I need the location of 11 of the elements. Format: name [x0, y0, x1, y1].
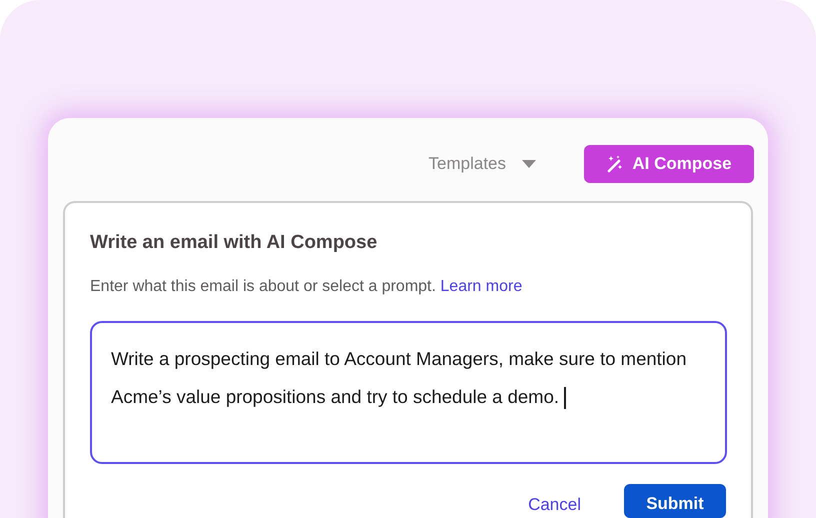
- panel-title: Write an email with AI Compose: [90, 231, 378, 255]
- text-cursor: [564, 386, 566, 409]
- magic-wand-icon: [606, 155, 624, 173]
- panel-description: Enter what this email is about or select a prompt.: [90, 278, 436, 294]
- ai-compose-button[interactable]: AI Compose: [584, 145, 754, 183]
- learn-more-link[interactable]: Learn more: [440, 278, 522, 294]
- prompt-field[interactable]: Write a prospecting email to Account Managers, make sure to mention Acme’s value propositions and try to schedule a demo.: [90, 320, 727, 464]
- submit-button[interactable]: Submit: [624, 484, 726, 518]
- caret-icon: [522, 160, 536, 168]
- templates-dropdown[interactable]: Templates: [428, 151, 536, 177]
- cancel-link[interactable]: Cancel: [528, 484, 581, 518]
